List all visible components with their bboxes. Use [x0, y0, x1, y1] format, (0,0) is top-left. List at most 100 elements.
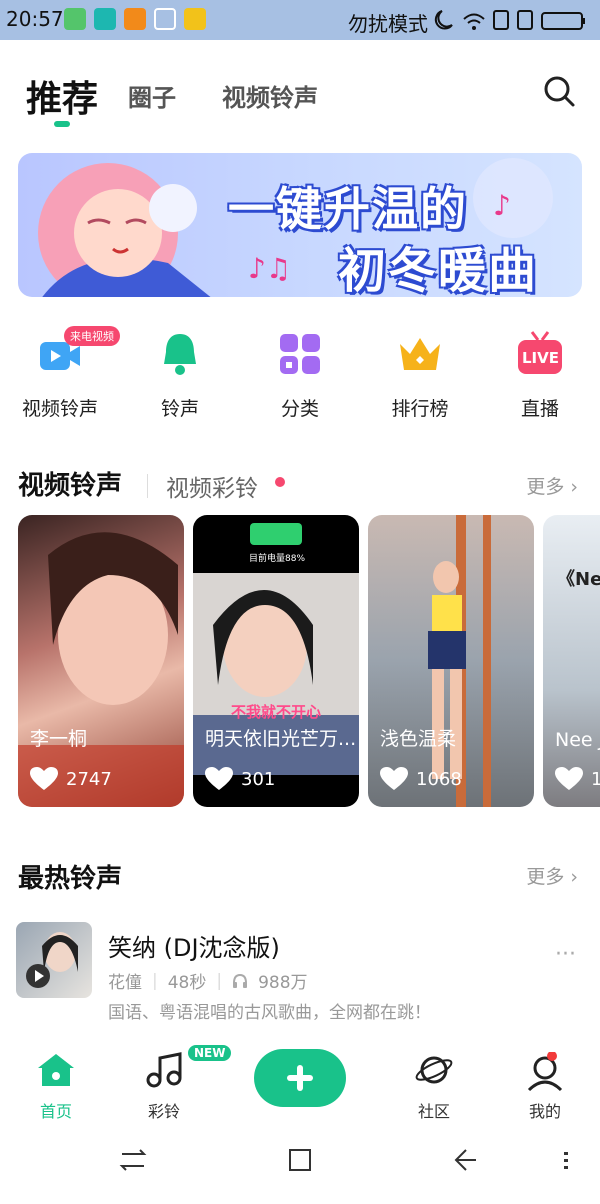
plus-icon	[287, 1065, 313, 1091]
category-label: 铃声	[160, 398, 199, 420]
category-ranking[interactable]: 排行榜	[360, 330, 480, 421]
more-options-icon[interactable]: ···	[555, 942, 576, 967]
likes-count: 1068	[416, 768, 462, 790]
bottom-tab-bar: 首页 彩铃 NEW 社区 我的	[0, 1040, 600, 1130]
system-nav-bar	[0, 1130, 600, 1200]
nav-buttons	[119, 1149, 568, 1171]
more-label: 更多	[526, 866, 565, 888]
tab-community[interactable]: 社区	[394, 1052, 474, 1122]
heart-icon	[555, 767, 583, 790]
live-tv-icon: LIVE	[516, 330, 564, 378]
category-row: 来电视频 视频铃声 铃声 分类 排行榜 LIVE 直播	[0, 326, 600, 421]
recent-apps-icon	[119, 1149, 147, 1171]
section-divider	[147, 474, 148, 498]
song-description: 国语、粤语混唱的古风歌曲，全网都在跳！	[108, 1003, 431, 1023]
heart-icon	[30, 767, 58, 790]
crown-icon	[396, 330, 444, 378]
tab-home[interactable]: 首页	[16, 1052, 96, 1122]
card-thumbnail	[18, 532, 184, 807]
tab-circle[interactable]: 圈子	[128, 78, 176, 113]
bell-icon	[156, 330, 204, 378]
likes-count: 2747	[66, 768, 112, 790]
search-icon[interactable]	[542, 74, 576, 108]
battery-overlay-text: 目前电量88%	[249, 554, 306, 564]
category-classify[interactable]: 分类	[240, 330, 360, 421]
likes-count: 301	[241, 768, 276, 790]
cover-art	[26, 932, 78, 988]
video-card[interactable]: 目前电量88% 不我就不开心 明天依旧光芒万... 301	[193, 515, 359, 807]
category-label: 排行榜	[391, 398, 449, 420]
new-dot	[275, 477, 285, 487]
song-artist: 花僮	[108, 973, 142, 993]
status-time: 20:57	[6, 7, 64, 31]
song-row[interactable]: 笑纳 (DJ沈念版) 花僮 | 48秒 | 988万 国语、粤语混唱的古风歌曲，…	[16, 920, 586, 1023]
tab-recommend[interactable]: 推荐	[26, 70, 98, 122]
back-icon	[454, 1149, 476, 1171]
tab-mine[interactable]: 我的	[505, 1051, 585, 1122]
category-ringtone[interactable]: 铃声	[120, 330, 240, 421]
chevron-right-icon: ›	[570, 866, 578, 888]
heart-icon	[205, 767, 233, 790]
top-tabs: 推荐 圈子 视频铃声	[0, 40, 600, 132]
new-badge: NEW	[188, 1045, 232, 1061]
card-title: 明天依旧光芒万...	[205, 728, 357, 750]
card-likes: 301	[205, 767, 275, 791]
home-nav-icon	[289, 1149, 311, 1171]
likes-count: 1	[591, 768, 600, 790]
song-meta: 花僮 | 48秒 | 988万	[108, 968, 308, 994]
tab-color-ring[interactable]: 彩铃	[124, 1052, 204, 1122]
video-more-link[interactable]: 更多 ›	[526, 472, 578, 499]
card-overlay-text: 《Nee	[557, 569, 600, 590]
tab-video-ringtone[interactable]: 视频铃声	[222, 78, 318, 113]
card-thumbnail	[428, 515, 491, 807]
card-title: 李一桐	[30, 728, 88, 750]
category-badge: 来电视频	[64, 326, 120, 346]
section-title-hot: 最热铃声	[18, 864, 123, 894]
video-icon: 来电视频	[36, 326, 120, 378]
song-cover	[16, 922, 92, 998]
chevron-right-icon: ›	[570, 476, 578, 498]
status-right-icons	[434, 10, 585, 30]
card-title: Nee J	[555, 729, 600, 751]
broom-icon	[154, 8, 176, 30]
card-likes: 1	[555, 767, 600, 791]
menu-dots-icon	[564, 1152, 568, 1169]
folder-icon	[184, 8, 206, 30]
usb-icon	[214, 8, 236, 30]
promo-banner[interactable]: ♪♫ ♪ 一键升温的 初冬暖曲	[18, 153, 582, 297]
song-duration: 48秒	[167, 973, 207, 993]
hot-more-link[interactable]: 更多 ›	[526, 862, 578, 889]
create-button[interactable]	[254, 1049, 346, 1107]
svg-text:♪: ♪	[493, 189, 511, 222]
planet-icon	[415, 1056, 453, 1084]
home-icon	[38, 1054, 74, 1086]
warning-icon	[124, 8, 146, 30]
song-title: 笑纳 (DJ沈念版)	[108, 934, 280, 962]
app-store-icon	[64, 8, 86, 30]
status-bar: 20:57 勿扰模式	[0, 0, 600, 40]
card-likes: 2747	[30, 767, 112, 791]
svg-text:♪♫: ♪♫	[248, 252, 291, 285]
card-title: 浅色温柔	[380, 728, 457, 750]
category-label: 视频铃声	[21, 398, 98, 420]
section-title-video: 视频铃声	[18, 471, 123, 501]
music-note-icon	[146, 1052, 182, 1088]
more-label: 更多	[526, 476, 565, 498]
banner-headline: 一键升温的	[228, 182, 468, 236]
tab-label: 彩铃	[147, 1102, 180, 1121]
category-live[interactable]: LIVE 直播	[480, 330, 600, 421]
tab-label: 首页	[39, 1102, 72, 1121]
category-label: 直播	[520, 398, 559, 420]
sync-icon	[94, 8, 116, 30]
video-card[interactable]: 《Nee Nee J 1	[543, 515, 600, 807]
category-video-ringtone[interactable]: 来电视频 视频铃声	[0, 326, 120, 421]
tab-label: 社区	[417, 1102, 450, 1121]
video-card[interactable]: 浅色温柔 1068	[368, 515, 534, 807]
tab-video-color-ring[interactable]: 视频彩铃	[166, 469, 258, 503]
active-tab-indicator	[54, 121, 70, 127]
dnd-label: 勿扰模式	[348, 12, 428, 36]
live-icon-text: LIVE	[522, 349, 559, 367]
heart-icon	[380, 767, 408, 790]
tab-label: 我的	[528, 1102, 561, 1121]
video-card[interactable]: 李一桐 2747	[18, 515, 184, 807]
